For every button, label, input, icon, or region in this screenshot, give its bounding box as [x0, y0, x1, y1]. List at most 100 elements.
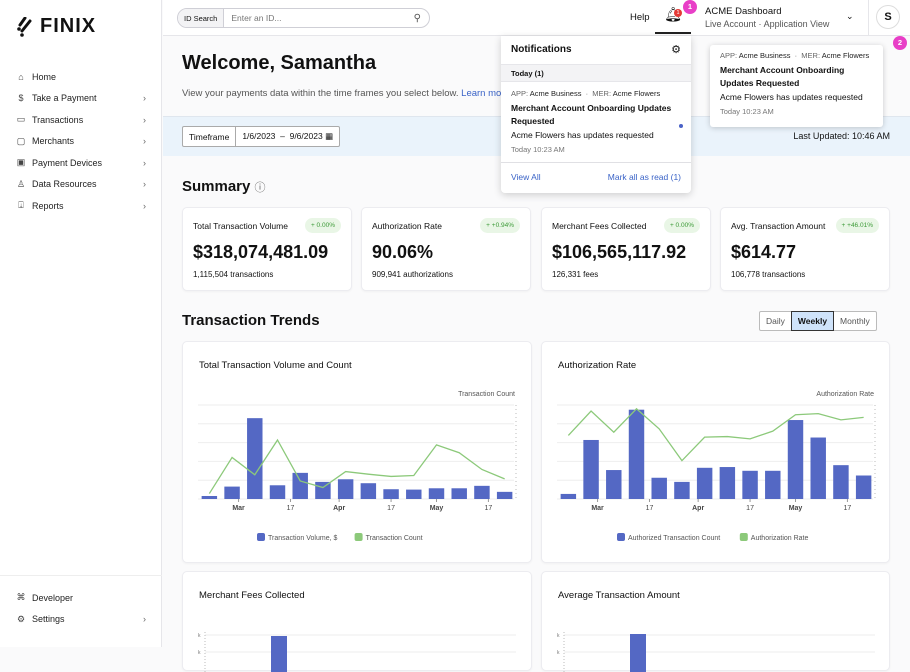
sidebar-item-data-resources[interactable]: ♙ Data Resources › — [0, 174, 162, 196]
kpi-title: Authorization Rate — [372, 221, 442, 231]
legend-label: Authorized Transaction Count — [628, 535, 720, 542]
account-view: Application View — [763, 19, 830, 29]
sidebar-nav: ⌂ Home $ Take a Payment › ▭ Transactions › ▢ Merc… — [0, 66, 162, 217]
mark-all-read-link[interactable]: Mark all as read (1) — [608, 172, 681, 182]
period-daily[interactable]: Daily — [760, 312, 791, 330]
kpi-subtext: 1,115,504 transactions — [193, 270, 274, 279]
bar — [560, 493, 577, 499]
bar — [383, 489, 399, 499]
timeframe-picker[interactable]: Timeframe 1/6/2023 – 9/6/2023 ▦ — [182, 126, 341, 147]
x-tick-label: 17 — [646, 505, 654, 512]
id-search-label[interactable]: ID Search — [178, 9, 225, 27]
sidebar-item-merchants[interactable]: ▢ Merchants › — [0, 131, 162, 153]
chevron-right-icon: › — [143, 179, 146, 190]
sidebar-item-developer[interactable]: ⌘ Developer — [0, 587, 162, 609]
finix-logo-icon — [17, 16, 32, 37]
bar — [406, 489, 422, 499]
id-search-input[interactable] — [224, 13, 414, 23]
kpi-change-badge: + 0.00% — [663, 218, 700, 233]
kpi-card: Avg. Transaction Amount + +46.01% $614.77 1… — [720, 207, 890, 291]
notification-group: Today (1) — [501, 65, 691, 82]
kpi-value: $318,074,481.09 — [193, 242, 329, 262]
sidebar-item-payment-devices[interactable]: ▣ Payment Devices › — [0, 152, 162, 174]
bar — [247, 418, 263, 499]
chevron-right-icon: › — [143, 157, 146, 168]
notification-item[interactable]: APP: Acme Business · MER: Acme Flowers M… — [501, 82, 691, 163]
learn-more-link[interactable]: Learn more — [461, 88, 502, 99]
store-icon: ▢ — [16, 135, 26, 146]
bar — [428, 488, 445, 499]
sidebar-item-take-a-payment[interactable]: $ Take a Payment › — [0, 88, 162, 110]
kpi-title: Avg. Transaction Amount — [731, 221, 826, 231]
sidebar-item-label: Settings — [32, 614, 65, 625]
sidebar-item-label: Payment Devices — [32, 157, 103, 168]
top-bar: ID Search ⚲ Help 🔔︎ 1 ACME Dashboard Liv… — [163, 0, 910, 36]
id-search: ID Search ⚲ — [177, 8, 430, 28]
view-all-link[interactable]: View All — [511, 172, 541, 182]
legend-swatch — [354, 533, 363, 541]
sidebar-item-transactions[interactable]: ▭ Transactions › — [0, 109, 162, 131]
end-date[interactable]: 9/6/2023 — [290, 131, 323, 141]
bar — [765, 470, 781, 499]
kpi-title: Total Transaction Volume — [193, 221, 288, 231]
search-icon[interactable]: ⚲ — [414, 13, 429, 24]
y2-axis-label: Authorization Rate — [816, 391, 874, 398]
user-icon: ♙ — [16, 178, 26, 189]
chevron-right-icon: › — [143, 136, 146, 147]
bar — [630, 634, 646, 672]
help-link[interactable]: Help — [630, 12, 650, 23]
sidebar-item-label: Reports — [32, 200, 64, 211]
legend-swatch — [617, 533, 625, 541]
bar — [360, 483, 377, 499]
download-icon: ⍗ — [18, 200, 24, 211]
legend-label: Transaction Count — [366, 535, 423, 542]
x-tick-label: 17 — [844, 505, 852, 512]
calendar-icon[interactable]: ▦ — [325, 131, 333, 141]
fees-chart: kk — [198, 632, 516, 672]
bar — [674, 481, 690, 499]
bar — [651, 477, 667, 499]
page-title: Welcome, Samantha — [182, 52, 377, 74]
chevron-down-icon[interactable]: ⌄ — [846, 11, 854, 22]
merchant-name: Acme Flowers — [612, 89, 661, 98]
legend-swatch — [739, 533, 748, 541]
avatar[interactable]: S — [876, 5, 900, 29]
x-tick-label: Apr — [333, 505, 345, 512]
trends-title: Transaction Trends — [182, 312, 320, 329]
notification-toast[interactable]: APP: Acme Business · MER: Acme Flowers M… — [710, 45, 883, 127]
period-weekly[interactable]: Weekly — [790, 311, 835, 331]
bar — [855, 475, 872, 499]
kpi-subtext: 126,331 fees — [552, 270, 599, 279]
kpi-card: Total Transaction Volume + 0.00% $318,074,… — [182, 207, 352, 291]
app-name: Acme Business — [529, 89, 582, 98]
gear-icon[interactable]: ⚙ — [671, 43, 681, 56]
sidebar: FINIX ⌂ Home $ Take a Payment › ▭ Transactions… — [0, 0, 162, 647]
start-date[interactable]: 1/6/2023 — [242, 131, 275, 141]
sidebar-item-label: Transactions — [32, 114, 84, 125]
chart-card-fees: Merchant Fees Collected kk — [182, 571, 532, 672]
intro-copy: View your payments data within the time … — [182, 88, 459, 99]
merchant-name: Acme Flowers — [821, 51, 870, 60]
bar — [606, 470, 622, 499]
chart-card-avg: Average Transaction Amount kk — [541, 571, 890, 672]
sidebar-item-reports[interactable]: ⍗ Reports › — [0, 195, 162, 217]
app-name: Acme Business — [738, 51, 791, 60]
last-updated: Last Updated: 10:46 AM — [793, 131, 890, 141]
legend-label: Transaction Volume, $ — [268, 535, 337, 542]
info-icon[interactable]: ⓘ — [255, 182, 266, 194]
kpi-value: $614.77 — [731, 242, 797, 262]
period-toggle: Daily Weekly Monthly — [759, 311, 877, 331]
kpi-title: Merchant Fees Collected — [552, 221, 647, 231]
period-monthly[interactable]: Monthly — [834, 312, 876, 330]
account-switcher[interactable]: ACME Dashboard Live Account · Applicatio… — [705, 6, 829, 30]
bar — [628, 409, 645, 499]
finix-logo[interactable]: FINIX — [16, 15, 96, 38]
y2-axis-label: Transaction Count — [458, 391, 515, 398]
legend-swatch — [257, 533, 265, 541]
kpi-value: $106,565,117.92 — [552, 242, 687, 262]
sidebar-item-settings[interactable]: ⚙ Settings › — [0, 609, 162, 631]
sidebar-item-home[interactable]: ⌂ Home — [0, 66, 162, 88]
mer-label: MER: — [801, 51, 821, 60]
bar — [719, 467, 736, 499]
x-tick-label: Apr — [692, 505, 704, 512]
